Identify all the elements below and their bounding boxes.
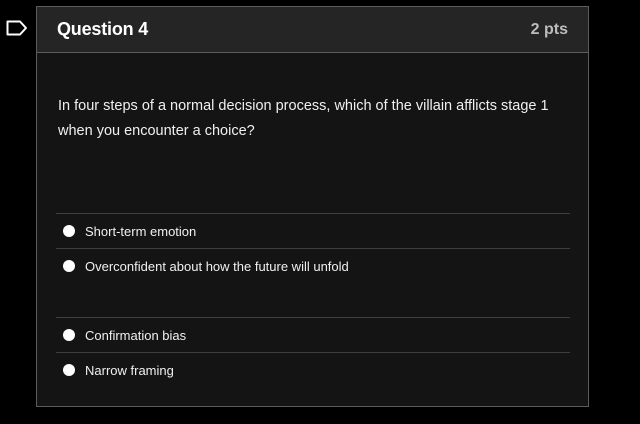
question-header: Question 4 2 pts — [37, 7, 588, 53]
answer-label: Short-term emotion — [85, 223, 197, 239]
question-title: Question 4 — [57, 19, 149, 39]
answer-spacer — [56, 283, 570, 317]
answer-option-2[interactable]: Overconfident about how the future will … — [56, 248, 570, 283]
radio-icon[interactable] — [63, 364, 75, 376]
question-text: In four steps of a normal decision proce… — [58, 98, 549, 139]
answer-label: Narrow framing — [85, 362, 174, 378]
radio-icon[interactable] — [63, 225, 75, 237]
answer-option-1[interactable]: Short-term emotion — [56, 213, 570, 248]
question-points: 2 pts — [530, 20, 568, 38]
radio-icon[interactable] — [63, 329, 75, 341]
answer-label: Overconfident about how the future will … — [85, 258, 349, 274]
radio-icon[interactable] — [63, 260, 75, 272]
flag-question-icon[interactable] — [6, 20, 28, 36]
answer-option-3[interactable]: Confirmation bias — [56, 317, 570, 352]
answer-list: Short-term emotion Overconfident about h… — [56, 213, 570, 387]
answer-option-4[interactable]: Narrow framing — [56, 352, 570, 387]
question-card: Question 4 2 pts In four steps of a norm… — [36, 6, 589, 407]
answer-label: Confirmation bias — [85, 327, 187, 343]
